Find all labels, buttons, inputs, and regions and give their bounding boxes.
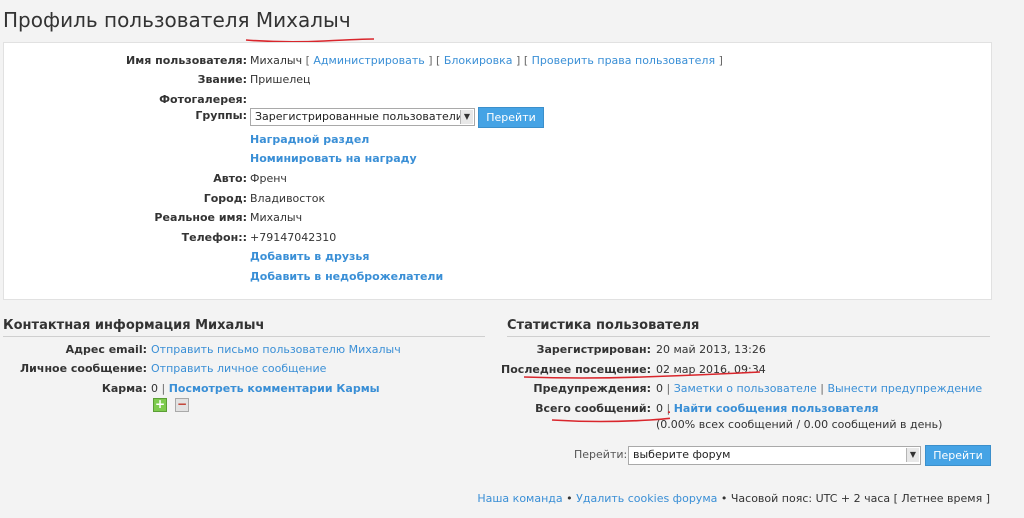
stats-section-title: Статистика пользователя	[507, 318, 700, 333]
rank-value: Пришелец	[250, 73, 311, 86]
jump-label: Перейти:	[574, 448, 628, 461]
block-link[interactable]: Блокировка	[444, 54, 513, 67]
add-friend-link[interactable]: Добавить в друзья	[250, 249, 369, 265]
karma-row: Карма: 0 | Посмотреть комментарии Кармы	[0, 381, 500, 397]
realname-label: Реальное имя:	[154, 211, 247, 224]
add-foe-link[interactable]: Добавить в недоброжелатели	[250, 269, 443, 285]
registered-label: Зарегистрирован:	[536, 343, 651, 356]
check-rights-link[interactable]: Проверить права пользователя	[532, 54, 715, 67]
realname-row: Реальное имя: Михалыч	[4, 210, 991, 226]
pm-link[interactable]: Отправить личное сообщение	[151, 361, 326, 377]
gallery-label: Фотогалерея:	[159, 93, 247, 106]
karma-minus-icon[interactable]: −	[175, 398, 189, 412]
contact-divider	[3, 336, 485, 337]
karma-comments-link[interactable]: Посмотреть комментарии Кармы	[169, 382, 380, 395]
car-label: Авто:	[213, 172, 247, 185]
timezone-text: Часовой пояс: UTC + 2 часа [ Летнее врем…	[730, 492, 990, 505]
dropdown-arrow-icon[interactable]: ▼	[460, 110, 473, 124]
warnings-row: Предупреждения: 0 | Заметки о пользовате…	[500, 381, 1020, 397]
email-row: Адрес email: Отправить письмо пользовате…	[0, 342, 500, 358]
jump-forum-select[interactable]: выберите форум ▼	[628, 446, 921, 465]
city-row: Город: Владивосток	[4, 191, 991, 207]
rank-label: Звание:	[197, 73, 247, 86]
phone-value: +79147042310	[250, 231, 337, 244]
email-link[interactable]: Отправить письмо пользователю Михалыч	[151, 342, 401, 358]
contact-section-title: Контактная информация Михалыч	[3, 318, 265, 333]
warnings-label: Предупреждения:	[533, 382, 651, 395]
rank-row: Звание: Пришелец	[4, 72, 991, 88]
awards-link[interactable]: Наградной раздел	[250, 132, 369, 148]
groups-select[interactable]: Зарегистрированные пользователи ▼	[250, 108, 475, 126]
jump-go-button[interactable]: Перейти	[925, 445, 991, 466]
stats-divider	[507, 336, 990, 337]
warnings-value: 0	[656, 382, 663, 395]
karma-label: Карма:	[101, 382, 147, 395]
groups-go-button[interactable]: Перейти	[478, 107, 544, 128]
nominate-link[interactable]: Номинировать на награду	[250, 151, 417, 167]
jump-forum-select-value: выберите форум	[633, 448, 731, 461]
car-value: Френч	[250, 172, 287, 185]
gallery-row: Фотогалерея:	[4, 92, 991, 108]
delete-cookies-link[interactable]: Удалить cookies форума	[576, 492, 717, 505]
groups-select-value: Зарегистрированные пользователи	[255, 110, 463, 123]
phone-row: Телефон:: +79147042310	[4, 230, 991, 246]
city-label: Город:	[203, 192, 247, 205]
phone-label: Телефон::	[181, 231, 247, 244]
team-link[interactable]: Наша команда	[477, 492, 562, 505]
footer: Наша команда • Удалить cookies форума • …	[477, 492, 990, 505]
karma-plus-icon[interactable]: +	[153, 398, 167, 412]
posts-percent: (0.00% всех сообщений / 0.00 сообщений в…	[656, 418, 943, 431]
pm-label: Личное сообщение:	[20, 362, 147, 375]
profile-panel: Имя пользователя: Михалыч [ Администриро…	[3, 42, 992, 300]
email-label: Адрес email:	[65, 343, 147, 356]
city-value: Владивосток	[250, 192, 326, 205]
registered-row: Зарегистрирован: 20 май 2013, 13:26	[500, 342, 1020, 358]
admin-link[interactable]: Администрировать	[313, 54, 424, 67]
username-label: Имя пользователя:	[126, 54, 247, 67]
pm-row: Личное сообщение: Отправить личное сообщ…	[0, 361, 500, 377]
username-row: Имя пользователя: Михалыч [ Администриро…	[4, 53, 991, 69]
find-posts-link[interactable]: Найти сообщения пользователя	[674, 402, 879, 415]
last-visit-red-underline	[523, 371, 761, 379]
issue-warning-link[interactable]: Вынести предупреждение	[827, 382, 982, 395]
dropdown-arrow-icon[interactable]: ▼	[906, 448, 919, 462]
registered-value: 20 май 2013, 13:26	[656, 343, 766, 356]
karma-value: 0	[151, 382, 158, 395]
username-value: Михалыч	[250, 54, 303, 67]
groups-label: Группы:	[195, 109, 247, 122]
car-row: Авто: Френч	[4, 171, 991, 187]
realname-value: Михалыч	[250, 211, 303, 224]
page-title: Профиль пользователя Михалыч	[3, 8, 351, 32]
user-notes-link[interactable]: Заметки о пользователе	[674, 382, 817, 395]
